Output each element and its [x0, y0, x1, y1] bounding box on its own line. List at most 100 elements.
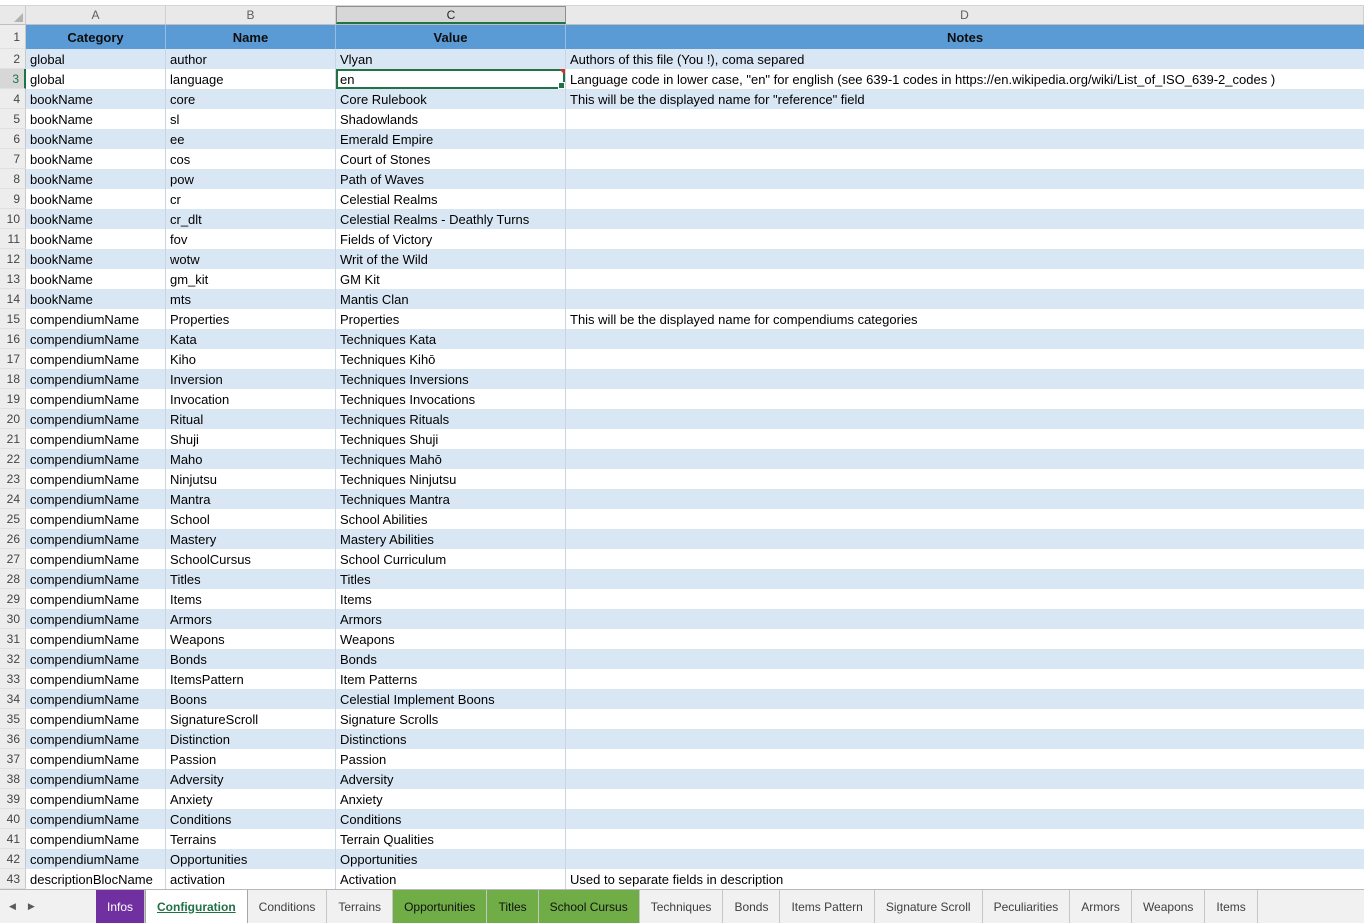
cell-D35[interactable]	[566, 709, 1364, 729]
cell-D15[interactable]: This will be the displayed name for comp…	[566, 309, 1364, 329]
cell-C30[interactable]: Armors	[336, 609, 566, 629]
row-header-22[interactable]: 22	[0, 449, 26, 469]
cell-A9[interactable]: bookName	[26, 189, 166, 209]
cell-D8[interactable]	[566, 169, 1364, 189]
sheet-tab-opportunities[interactable]: Opportunities	[393, 890, 487, 923]
cell-C29[interactable]: Items	[336, 589, 566, 609]
cell-D18[interactable]	[566, 369, 1364, 389]
cell-C25[interactable]: School Abilities	[336, 509, 566, 529]
cell-D6[interactable]	[566, 129, 1364, 149]
cell-B4[interactable]: core	[166, 89, 336, 109]
sheet-tab-conditions[interactable]: Conditions	[248, 890, 328, 923]
header-cell-name[interactable]: Name	[166, 25, 336, 49]
cell-C12[interactable]: Writ of the Wild	[336, 249, 566, 269]
cell-A21[interactable]: compendiumName	[26, 429, 166, 449]
cell-A30[interactable]: compendiumName	[26, 609, 166, 629]
row-header-28[interactable]: 28	[0, 569, 26, 589]
row-header-37[interactable]: 37	[0, 749, 26, 769]
cell-C41[interactable]: Terrain Qualities	[336, 829, 566, 849]
cell-A36[interactable]: compendiumName	[26, 729, 166, 749]
cell-C18[interactable]: Techniques Inversions	[336, 369, 566, 389]
cell-D42[interactable]	[566, 849, 1364, 869]
cell-A35[interactable]: compendiumName	[26, 709, 166, 729]
row-header-30[interactable]: 30	[0, 609, 26, 629]
cell-A17[interactable]: compendiumName	[26, 349, 166, 369]
cell-A24[interactable]: compendiumName	[26, 489, 166, 509]
sheet-tab-armors[interactable]: Armors	[1070, 890, 1132, 923]
cell-B10[interactable]: cr_dlt	[166, 209, 336, 229]
cell-D34[interactable]	[566, 689, 1364, 709]
cell-B37[interactable]: Passion	[166, 749, 336, 769]
cell-C22[interactable]: Techniques Mahō	[336, 449, 566, 469]
cell-B15[interactable]: Properties	[166, 309, 336, 329]
row-header-31[interactable]: 31	[0, 629, 26, 649]
cell-A34[interactable]: compendiumName	[26, 689, 166, 709]
cell-A10[interactable]: bookName	[26, 209, 166, 229]
cell-D19[interactable]	[566, 389, 1364, 409]
row-header-8[interactable]: 8	[0, 169, 26, 189]
cell-D26[interactable]	[566, 529, 1364, 549]
cell-A26[interactable]: compendiumName	[26, 529, 166, 549]
cell-B35[interactable]: SignatureScroll	[166, 709, 336, 729]
cell-B8[interactable]: pow	[166, 169, 336, 189]
cell-D14[interactable]	[566, 289, 1364, 309]
row-header-26[interactable]: 26	[0, 529, 26, 549]
row-header-42[interactable]: 42	[0, 849, 26, 869]
cell-B18[interactable]: Inversion	[166, 369, 336, 389]
row-header-13[interactable]: 13	[0, 269, 26, 289]
cell-A3[interactable]: global	[26, 69, 166, 89]
cell-A43[interactable]: descriptionBlocName	[26, 869, 166, 889]
cell-A33[interactable]: compendiumName	[26, 669, 166, 689]
cell-B43[interactable]: activation	[166, 869, 336, 889]
cell-B25[interactable]: School	[166, 509, 336, 529]
tabs-scroll-left-icon[interactable]: ◀	[9, 902, 16, 911]
cell-C24[interactable]: Techniques Mantra	[336, 489, 566, 509]
cell-C42[interactable]: Opportunities	[336, 849, 566, 869]
cell-D10[interactable]	[566, 209, 1364, 229]
cell-C43[interactable]: Activation	[336, 869, 566, 889]
cell-C7[interactable]: Court of Stones	[336, 149, 566, 169]
cell-D4[interactable]: This will be the displayed name for "ref…	[566, 89, 1364, 109]
cell-B26[interactable]: Mastery	[166, 529, 336, 549]
sheet-tab-items-pattern[interactable]: Items Pattern	[780, 890, 874, 923]
cell-D32[interactable]	[566, 649, 1364, 669]
row-header-41[interactable]: 41	[0, 829, 26, 849]
cell-C40[interactable]: Conditions	[336, 809, 566, 829]
cell-C33[interactable]: Item Patterns	[336, 669, 566, 689]
cell-B24[interactable]: Mantra	[166, 489, 336, 509]
cell-D27[interactable]	[566, 549, 1364, 569]
cell-B16[interactable]: Kata	[166, 329, 336, 349]
cell-B30[interactable]: Armors	[166, 609, 336, 629]
cell-C32[interactable]: Bonds	[336, 649, 566, 669]
cell-C27[interactable]: School Curriculum	[336, 549, 566, 569]
sheet-tab-signature-scroll[interactable]: Signature Scroll	[875, 890, 983, 923]
cell-D7[interactable]	[566, 149, 1364, 169]
cell-A28[interactable]: compendiumName	[26, 569, 166, 589]
row-header-1[interactable]: 1	[0, 25, 26, 49]
cell-D16[interactable]	[566, 329, 1364, 349]
row-header-11[interactable]: 11	[0, 229, 26, 249]
row-header-35[interactable]: 35	[0, 709, 26, 729]
row-header-38[interactable]: 38	[0, 769, 26, 789]
cell-C36[interactable]: Distinctions	[336, 729, 566, 749]
cell-A8[interactable]: bookName	[26, 169, 166, 189]
row-header-2[interactable]: 2	[0, 49, 26, 69]
cell-C16[interactable]: Techniques Kata	[336, 329, 566, 349]
cell-C2[interactable]: Vlyan	[336, 49, 566, 69]
cell-A12[interactable]: bookName	[26, 249, 166, 269]
cell-A14[interactable]: bookName	[26, 289, 166, 309]
cell-A27[interactable]: compendiumName	[26, 549, 166, 569]
cell-B40[interactable]: Conditions	[166, 809, 336, 829]
row-header-43[interactable]: 43	[0, 869, 26, 889]
row-header-36[interactable]: 36	[0, 729, 26, 749]
row-header-9[interactable]: 9	[0, 189, 26, 209]
cell-D3[interactable]: Language code in lower case, "en" for en…	[566, 69, 1364, 89]
cell-A6[interactable]: bookName	[26, 129, 166, 149]
cell-B36[interactable]: Distinction	[166, 729, 336, 749]
cell-B11[interactable]: fov	[166, 229, 336, 249]
cell-C10[interactable]: Celestial Realms - Deathly Turns	[336, 209, 566, 229]
cell-D33[interactable]	[566, 669, 1364, 689]
cell-D17[interactable]	[566, 349, 1364, 369]
sheet-tab-infos[interactable]: Infos	[96, 890, 145, 923]
row-header-40[interactable]: 40	[0, 809, 26, 829]
